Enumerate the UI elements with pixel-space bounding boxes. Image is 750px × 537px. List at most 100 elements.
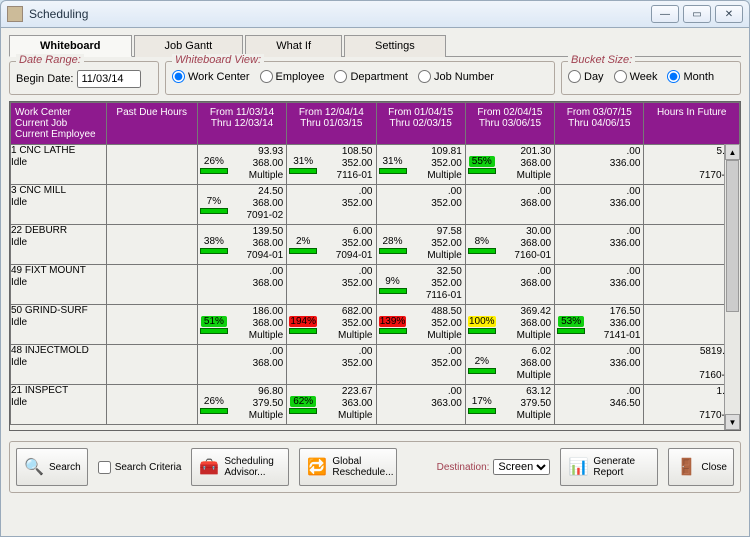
table-row[interactable]: 48 INJECTMOLDIdle .00368.00 .00352.00 .0… bbox=[11, 345, 740, 385]
cell-bucket-1: .00352.00 bbox=[287, 265, 376, 305]
whiteboard-view-fieldset: Whiteboard View: Work CenterEmployeeDepa… bbox=[165, 61, 555, 95]
cell-bucket-1: .00352.00 bbox=[287, 345, 376, 385]
scroll-up-button[interactable]: ▲ bbox=[725, 144, 740, 160]
reschedule-icon: 🔁 bbox=[306, 456, 328, 478]
radio-day[interactable]: Day bbox=[568, 70, 604, 83]
col-header-bucket-0: From 11/03/14Thru 12/03/14 bbox=[197, 103, 286, 145]
maximize-button[interactable]: ▭ bbox=[683, 5, 711, 23]
row-header: 1 CNC LATHEIdle bbox=[11, 145, 107, 185]
vertical-scrollbar[interactable]: ▲ ▼ bbox=[724, 144, 740, 430]
radio-job-number[interactable]: Job Number bbox=[418, 70, 494, 83]
cell-bucket-3: .00368.00 bbox=[465, 185, 554, 225]
minimize-button[interactable]: — bbox=[651, 5, 679, 23]
col-header-bucket-4: From 03/07/15Thru 04/06/15 bbox=[555, 103, 644, 145]
search-button[interactable]: 🔍 Search bbox=[16, 448, 88, 486]
scroll-thumb[interactable] bbox=[726, 160, 739, 312]
cell-bucket-2: 31%109.81352.00Multiple bbox=[376, 145, 465, 185]
table-row[interactable]: 49 FIXT MOUNTIdle .00368.00 .00352.00 9%… bbox=[11, 265, 740, 305]
cell-bucket-1: 62%223.67363.00Multiple bbox=[287, 385, 376, 425]
scheduling-grid: Work CenterCurrent JobCurrent EmployeePa… bbox=[9, 101, 741, 431]
cell-bucket-4: .00336.00 bbox=[555, 145, 644, 185]
scheduling-advisor-button[interactable]: 🧰 Scheduling Advisor... bbox=[191, 448, 289, 486]
cell-past-due bbox=[106, 345, 197, 385]
cell-bucket-1: 194%682.00352.00Multiple bbox=[287, 305, 376, 345]
cell-bucket-3: 8%30.00368.007160-01 bbox=[465, 225, 554, 265]
begin-date-input[interactable] bbox=[77, 70, 141, 88]
cell-bucket-1: .00352.00 bbox=[287, 185, 376, 225]
cell-past-due bbox=[106, 225, 197, 265]
cell-bucket-2: 28%97.58352.00Multiple bbox=[376, 225, 465, 265]
cell-past-due bbox=[106, 265, 197, 305]
radio-work-center[interactable]: Work Center bbox=[172, 70, 250, 83]
cell-bucket-3: .00368.00 bbox=[465, 265, 554, 305]
radio-department[interactable]: Department bbox=[334, 70, 407, 83]
row-header: 49 FIXT MOUNTIdle bbox=[11, 265, 107, 305]
cell-bucket-4: .00336.00 bbox=[555, 265, 644, 305]
cell-past-due bbox=[106, 305, 197, 345]
cell-bucket-2: .00352.00 bbox=[376, 185, 465, 225]
close-button[interactable]: 🚪 Close bbox=[668, 448, 734, 486]
cell-bucket-0: 7%24.50368.007091-02 bbox=[197, 185, 286, 225]
begin-date-label: Begin Date: bbox=[16, 73, 73, 85]
row-header: 48 INJECTMOLDIdle bbox=[11, 345, 107, 385]
cell-bucket-0: 38%139.50368.007094-01 bbox=[197, 225, 286, 265]
cell-bucket-0: 26%93.93368.00Multiple bbox=[197, 145, 286, 185]
tab-settings[interactable]: Settings bbox=[344, 35, 446, 57]
cell-bucket-4: 53%176.50336.007141-01 bbox=[555, 305, 644, 345]
table-row[interactable]: 22 DEBURRIdle 38%139.50368.007094-012%6.… bbox=[11, 225, 740, 265]
cell-bucket-4: .00346.50 bbox=[555, 385, 644, 425]
cell-bucket-4: .00336.00 bbox=[555, 185, 644, 225]
cell-bucket-3: 100%369.42368.00Multiple bbox=[465, 305, 554, 345]
titlebar: Scheduling — ▭ ✕ bbox=[0, 0, 750, 28]
destination-label: Destination: bbox=[437, 462, 490, 473]
whiteboard-view-legend: Whiteboard View: bbox=[172, 54, 264, 66]
cell-past-due bbox=[106, 185, 197, 225]
col-header-future: Hours In Future bbox=[644, 103, 740, 145]
cell-bucket-0: 26%96.80379.50Multiple bbox=[197, 385, 286, 425]
date-range-fieldset: Date Range: Begin Date: bbox=[9, 61, 159, 95]
cell-bucket-3: 17%63.12379.50Multiple bbox=[465, 385, 554, 425]
col-header-row: Work CenterCurrent JobCurrent Employee bbox=[11, 103, 107, 145]
cell-bucket-0: .00368.00 bbox=[197, 265, 286, 305]
cell-bucket-4: .00336.00 bbox=[555, 345, 644, 385]
window-title: Scheduling bbox=[29, 7, 647, 21]
radio-employee[interactable]: Employee bbox=[260, 70, 325, 83]
exit-icon: 🚪 bbox=[675, 456, 697, 478]
cell-bucket-0: 51%186.00368.00Multiple bbox=[197, 305, 286, 345]
table-row[interactable]: 21 INSPECTIdle 26%96.80379.50Multiple62%… bbox=[11, 385, 740, 425]
radio-week[interactable]: Week bbox=[614, 70, 658, 83]
cell-bucket-2: .00363.00 bbox=[376, 385, 465, 425]
app-icon bbox=[7, 6, 23, 22]
advisor-icon: 🧰 bbox=[198, 456, 220, 478]
cell-past-due bbox=[106, 145, 197, 185]
cell-bucket-0: .00368.00 bbox=[197, 345, 286, 385]
table-row[interactable]: 1 CNC LATHEIdle 26%93.93368.00Multiple31… bbox=[11, 145, 740, 185]
col-header-past-due: Past Due Hours bbox=[106, 103, 197, 145]
global-reschedule-button[interactable]: 🔁 Global Reschedule... bbox=[299, 448, 397, 486]
cell-bucket-4: .00336.00 bbox=[555, 225, 644, 265]
col-header-bucket-1: From 12/04/14Thru 01/03/15 bbox=[287, 103, 376, 145]
row-header: 3 CNC MILLIdle bbox=[11, 185, 107, 225]
row-header: 22 DEBURRIdle bbox=[11, 225, 107, 265]
report-icon: 📊 bbox=[567, 456, 589, 478]
close-window-button[interactable]: ✕ bbox=[715, 5, 743, 23]
scroll-down-button[interactable]: ▼ bbox=[725, 414, 740, 430]
cell-bucket-2: 9%32.50352.007116-01 bbox=[376, 265, 465, 305]
cell-bucket-3: 2%6.02368.00Multiple bbox=[465, 345, 554, 385]
generate-report-button[interactable]: 📊 Generate Report bbox=[560, 448, 658, 486]
cell-bucket-1: 2%6.00352.007094-01 bbox=[287, 225, 376, 265]
col-header-bucket-3: From 02/04/15Thru 03/06/15 bbox=[465, 103, 554, 145]
cell-bucket-2: .00352.00 bbox=[376, 345, 465, 385]
bucket-size-fieldset: Bucket Size: DayWeekMonth bbox=[561, 61, 741, 95]
table-row[interactable]: 3 CNC MILLIdle 7%24.50368.007091-02.0035… bbox=[11, 185, 740, 225]
bottom-toolbar: 🔍 Search Search Criteria 🧰 Scheduling Ad… bbox=[9, 441, 741, 493]
table-row[interactable]: 50 GRIND-SURFIdle 51%186.00368.00Multipl… bbox=[11, 305, 740, 345]
cell-bucket-3: 55%201.30368.00Multiple bbox=[465, 145, 554, 185]
col-header-bucket-2: From 01/04/15Thru 02/03/15 bbox=[376, 103, 465, 145]
radio-month[interactable]: Month bbox=[667, 70, 714, 83]
destination-select[interactable]: Screen bbox=[493, 459, 550, 475]
cell-bucket-1: 31%108.50352.007116-01 bbox=[287, 145, 376, 185]
search-criteria-checkbox[interactable]: Search Criteria bbox=[98, 461, 182, 474]
binoculars-icon: 🔍 bbox=[23, 456, 45, 478]
date-range-legend: Date Range: bbox=[16, 54, 84, 66]
